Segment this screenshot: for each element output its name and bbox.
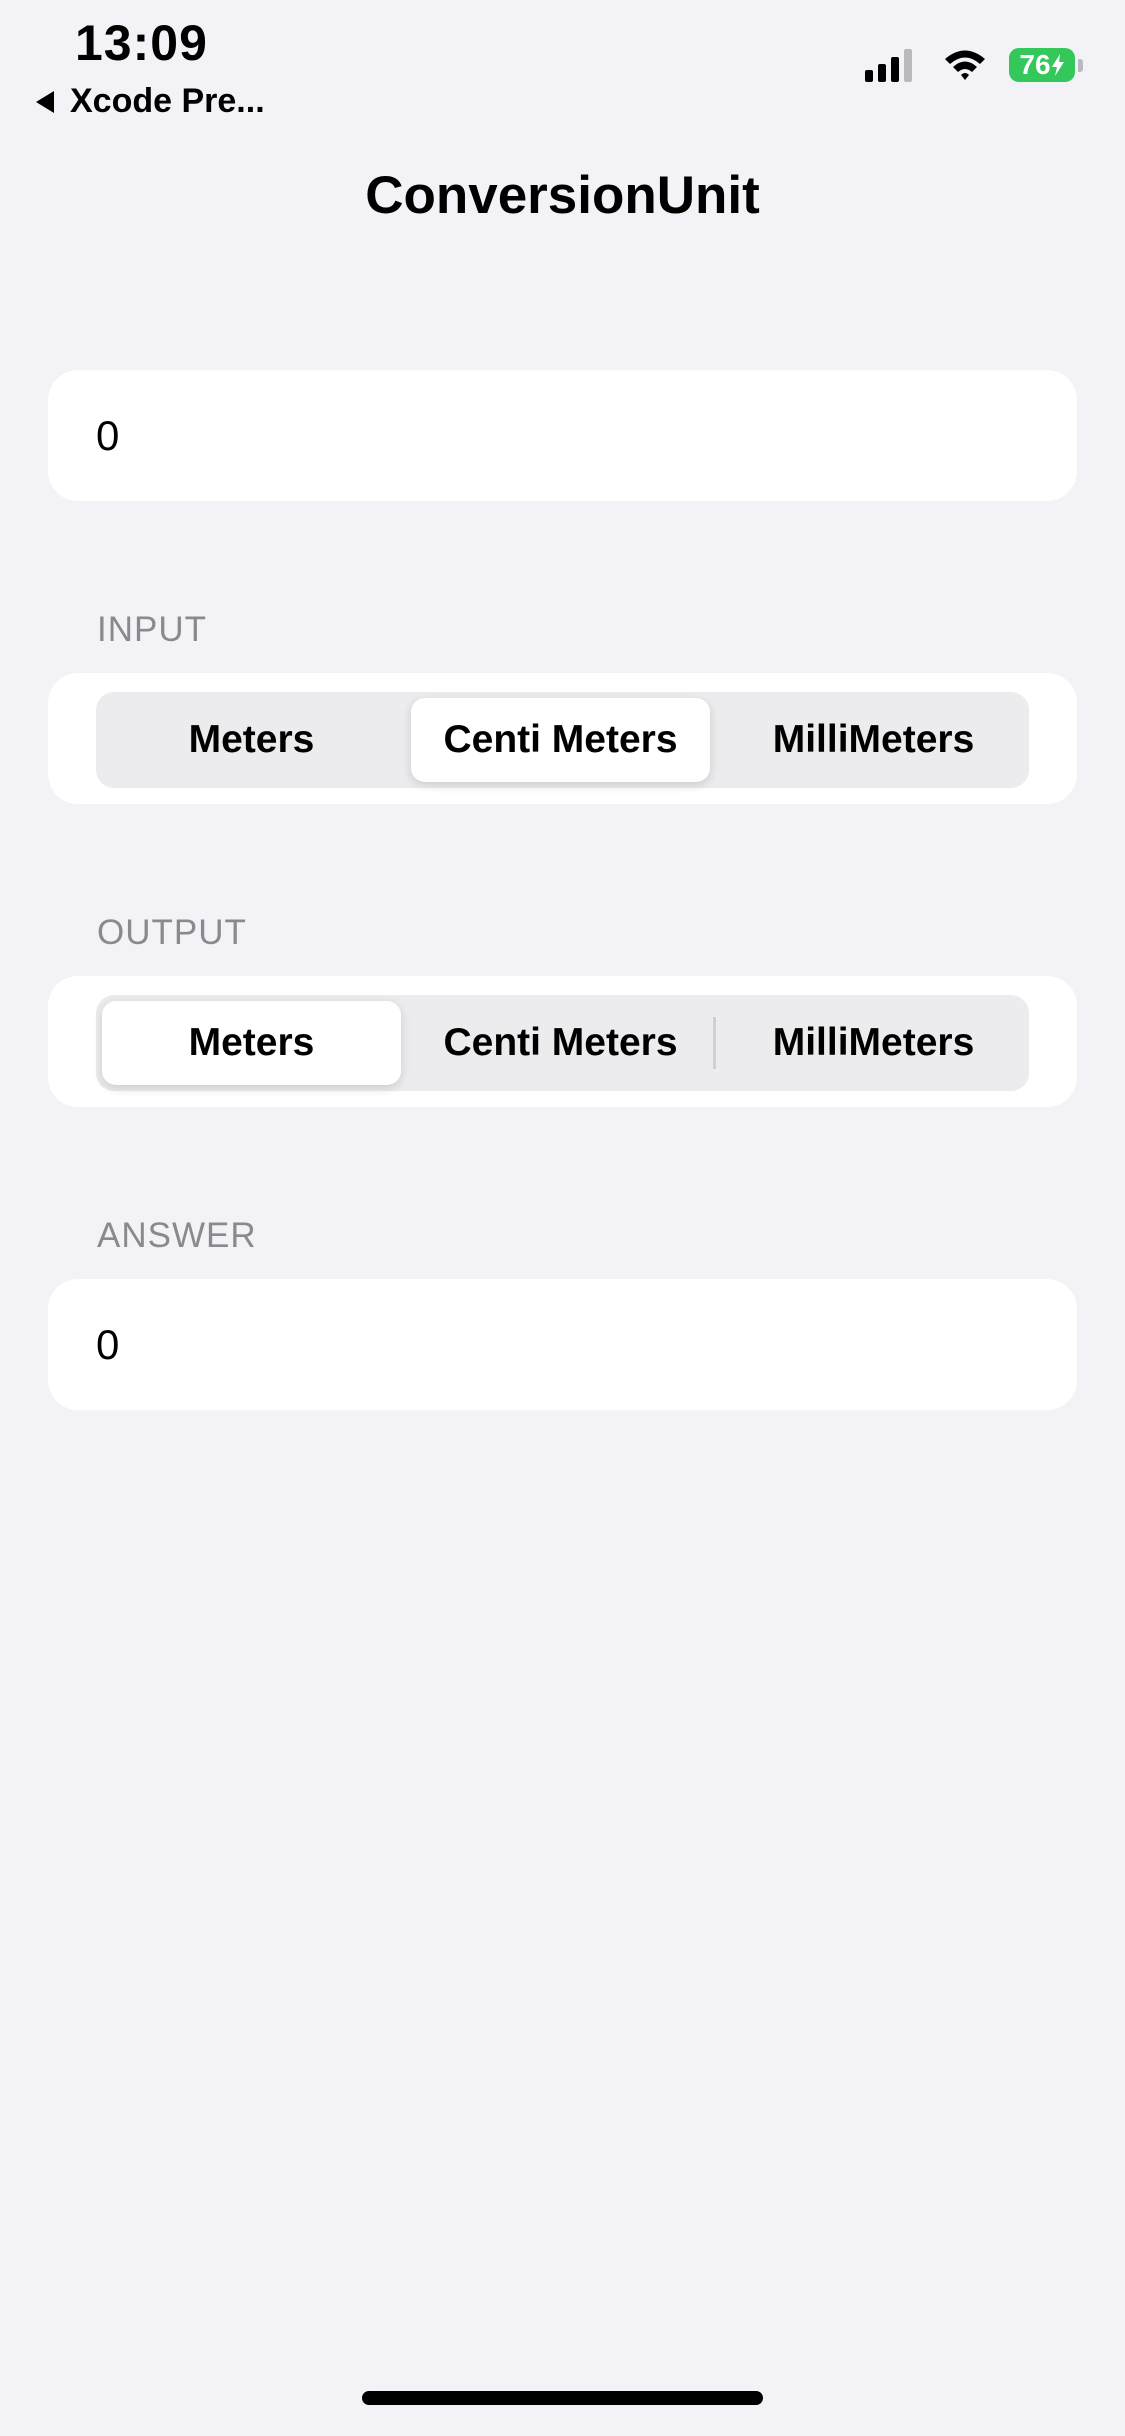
battery-level: 76 [1019,49,1051,80]
input-segment-centimeters[interactable]: Centi Meters [411,698,710,782]
battery-cap [1078,58,1083,72]
status-icons: 76 [865,48,1083,82]
input-section-header: INPUT [97,610,207,649]
answer-section-header: ANSWER [97,1216,257,1255]
cellular-signal-icon [865,48,917,82]
answer-card: 0 [48,1279,1077,1410]
back-arrow-icon [36,90,54,113]
input-unit-card: Meters Centi Meters MilliMeters [48,673,1077,804]
segment-divider [713,1017,716,1069]
home-indicator[interactable] [362,2391,763,2405]
input-segment-millimeters[interactable]: MilliMeters [724,698,1023,782]
input-value-field[interactable]: 0 [48,370,1077,501]
page-title: ConversionUnit [365,166,760,225]
status-time: 13:09 [75,15,208,71]
output-unit-picker[interactable]: Meters Centi Meters MilliMeters [96,995,1029,1091]
output-segment-millimeters[interactable]: MilliMeters [724,1001,1023,1085]
answer-value: 0 [96,1321,120,1368]
back-to-app-link[interactable]: Xcode Pre... [36,82,265,121]
charging-bolt-icon [1051,54,1064,76]
output-unit-card: Meters Centi Meters MilliMeters [48,976,1077,1107]
wifi-icon [945,50,985,80]
battery-icon: 76 [1009,48,1075,82]
input-value-text: 0 [96,412,120,459]
output-segment-centimeters[interactable]: Centi Meters [411,1001,710,1085]
status-bar: 13:09 Xcode Pre... 76 [0,0,1125,130]
output-segment-meters[interactable]: Meters [102,1001,401,1085]
output-section-header: OUTPUT [97,913,247,952]
input-segment-meters[interactable]: Meters [102,698,401,782]
input-unit-picker[interactable]: Meters Centi Meters MilliMeters [96,692,1029,788]
back-label: Xcode Pre... [70,82,265,120]
